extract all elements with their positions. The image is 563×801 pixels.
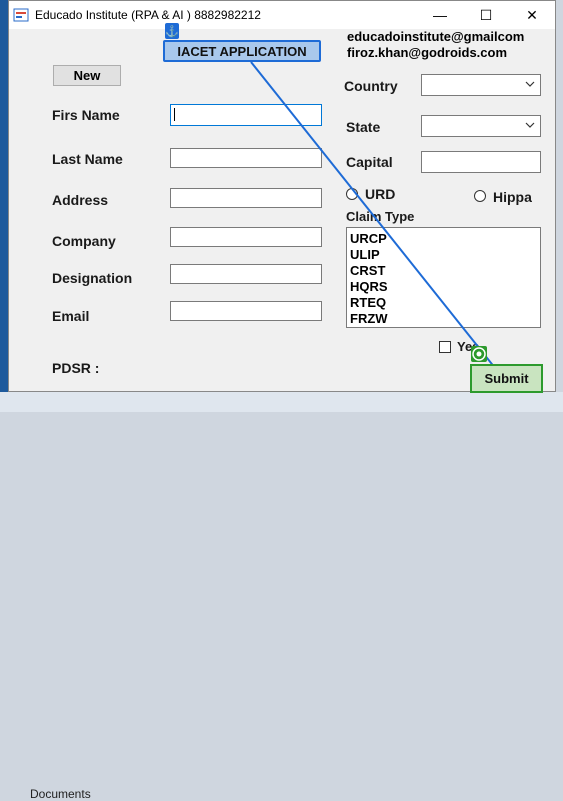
company-label: Company	[52, 233, 116, 249]
capital-label: Capital	[346, 154, 393, 170]
yes-checkbox[interactable]	[439, 341, 451, 353]
chevron-down-icon	[525, 81, 535, 87]
email-line-1: educadoinstitute@gmailcom	[347, 29, 525, 44]
first-name-input[interactable]	[170, 104, 322, 126]
anchor-icon: ⚓	[165, 23, 179, 39]
state-dropdown[interactable]	[421, 115, 541, 137]
capital-input[interactable]	[421, 151, 541, 173]
urd-label: URD	[365, 186, 396, 202]
last-name-input[interactable]	[170, 148, 322, 168]
app-icon	[13, 8, 29, 22]
country-label: Country	[344, 78, 398, 94]
last-name-label: Last Name	[52, 151, 123, 167]
contact-emails: educadoinstitute@gmailcom firoz.khan@god…	[347, 29, 524, 61]
list-item[interactable]: URCP	[347, 231, 540, 247]
minimize-button[interactable]: —	[417, 1, 463, 29]
state-label: State	[346, 119, 381, 135]
taskbar-documents-label: Documents	[30, 787, 91, 801]
claim-type-listbox[interactable]: URCP ULIP CRST HQRS RTEQ FRZW	[346, 227, 541, 328]
hippa-label: Hippa	[493, 189, 532, 205]
designation-label: Designation	[52, 270, 133, 286]
claim-type-label: Claim Type	[346, 209, 415, 224]
submit-button[interactable]: Submit	[470, 364, 543, 393]
country-dropdown[interactable]	[421, 74, 541, 96]
first-name-label: Firs Name	[52, 107, 120, 123]
email-line-2: firoz.khan@godroids.com	[347, 45, 508, 60]
hippa-radio[interactable]	[474, 190, 486, 202]
urd-radio[interactable]	[346, 188, 358, 200]
close-button[interactable]: ✕	[509, 1, 555, 29]
email-label: Email	[52, 308, 90, 324]
maximize-button[interactable]: ☐	[463, 1, 509, 29]
text-caret	[174, 108, 175, 121]
background-desktop-strip	[0, 0, 8, 412]
email-input[interactable]	[170, 301, 322, 321]
company-input[interactable]	[170, 227, 322, 247]
address-input[interactable]	[170, 188, 322, 208]
pdsr-label: PDSR :	[52, 360, 100, 376]
new-button[interactable]: New	[53, 65, 121, 86]
window-title: Educado Institute (RPA & AI ) 8882982212	[35, 8, 261, 22]
target-icon	[471, 346, 487, 362]
designation-input[interactable]	[170, 264, 322, 284]
list-item[interactable]: RTEQ	[347, 295, 540, 311]
list-item[interactable]: ULIP	[347, 247, 540, 263]
list-item[interactable]: HQRS	[347, 279, 540, 295]
title-bar: Educado Institute (RPA & AI ) 8882982212…	[9, 1, 555, 29]
iacet-application-badge[interactable]: IACET APPLICATION	[163, 40, 321, 62]
address-label: Address	[52, 192, 109, 208]
list-item[interactable]: CRST	[347, 263, 540, 279]
background-taskbar-strip: Documents	[0, 392, 563, 801]
chevron-down-icon	[525, 122, 535, 128]
list-item[interactable]: FRZW	[347, 311, 540, 327]
